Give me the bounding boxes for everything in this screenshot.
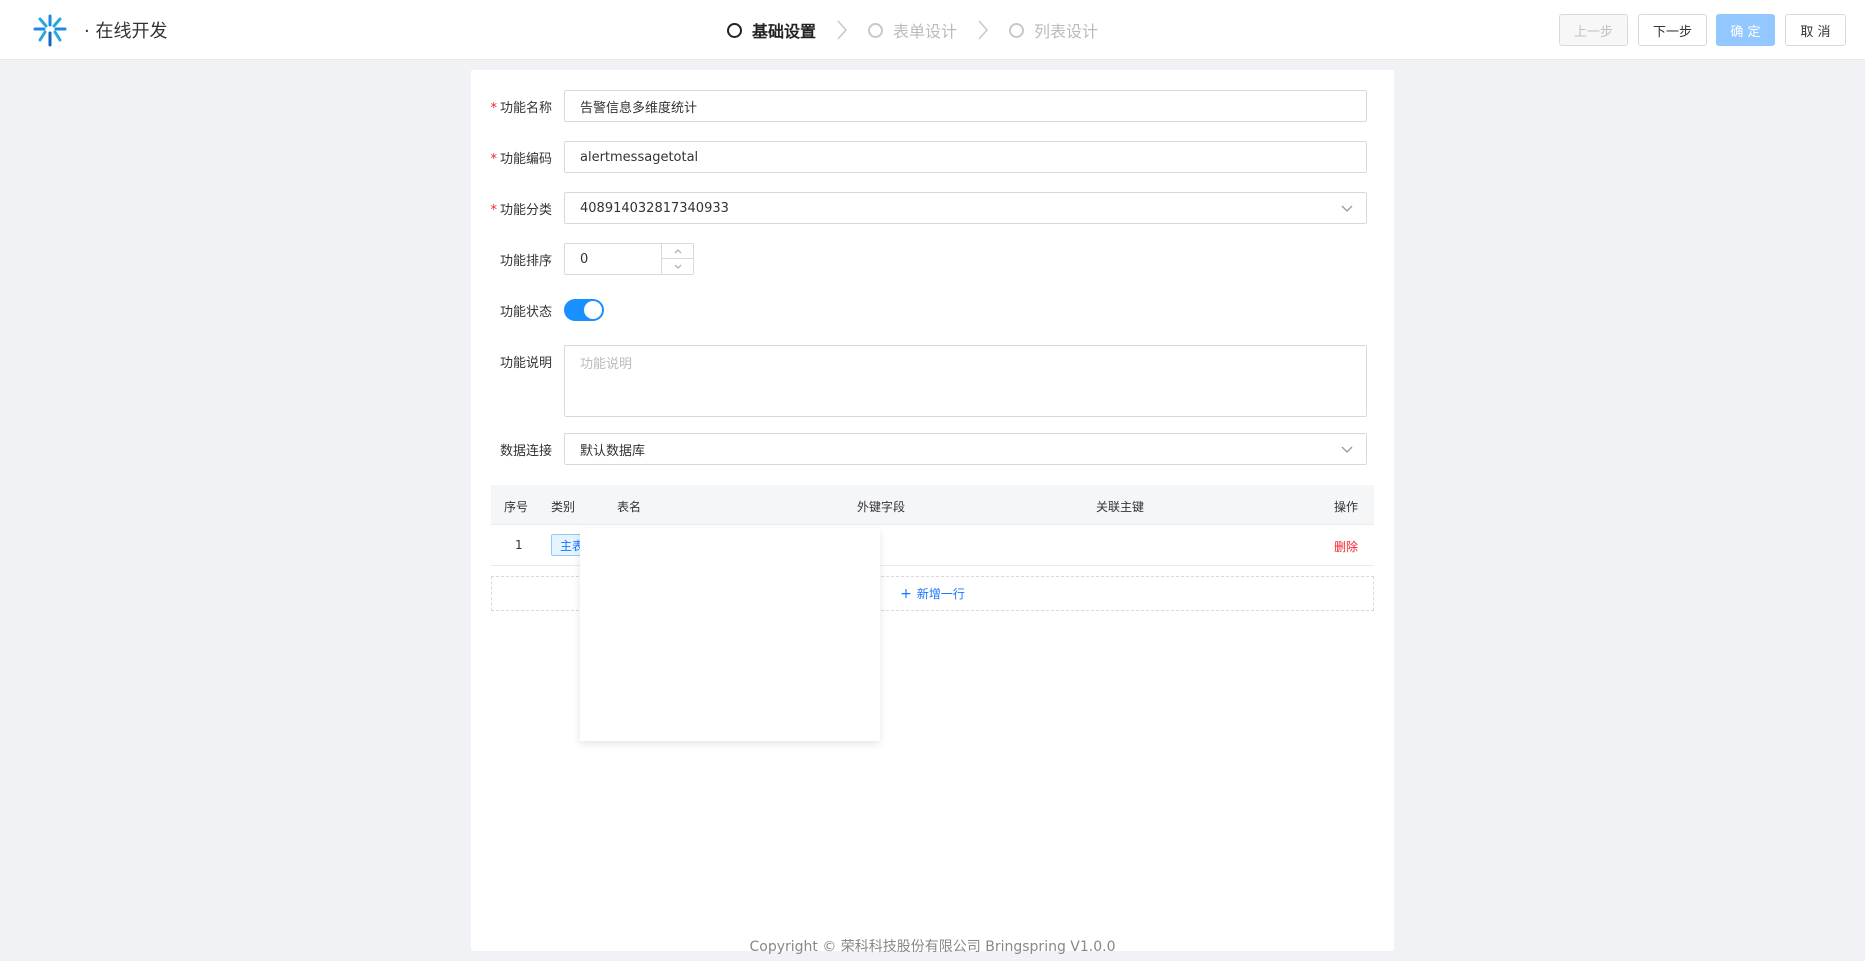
step-form-design[interactable]: 表单设计 bbox=[868, 18, 957, 42]
chevron-down-icon bbox=[674, 264, 681, 269]
required-mark: * bbox=[490, 100, 497, 116]
form-row-name: * 功能名称 告警信息多维度统计 bbox=[489, 90, 1374, 122]
form-label: 功能排序 bbox=[499, 253, 552, 269]
form-panel: * 功能名称 告警信息多维度统计 * 功能编码 alertmessagetotal … bbox=[471, 70, 1394, 951]
top-header: · 在线开发 基础设置 表单设计 列表设计 上一步 下一步 确 定 取 消 bbox=[0, 0, 1865, 60]
function-code-input[interactable]: alertmessagetotal bbox=[564, 141, 1367, 173]
form-label: 功能说明 bbox=[499, 356, 552, 371]
chevron-down-icon bbox=[1341, 205, 1353, 212]
form-row-sort: 功能排序 0 bbox=[489, 243, 1374, 275]
number-stepper bbox=[661, 244, 693, 274]
step-separator bbox=[816, 19, 868, 41]
select-value: 默认数据库 bbox=[580, 443, 646, 459]
chevron-down-icon bbox=[1341, 446, 1353, 453]
function-name-input[interactable]: 告警信息多维度统计 bbox=[564, 90, 1367, 122]
app-title: · 在线开发 bbox=[84, 21, 168, 42]
function-description-textarea[interactable]: 功能说明 bbox=[564, 345, 1367, 417]
chevron-up-icon bbox=[674, 249, 681, 254]
step-list-design[interactable]: 列表设计 bbox=[1009, 18, 1098, 42]
switch-knob bbox=[584, 301, 602, 319]
form-label: 数据连接 bbox=[499, 443, 552, 459]
row-index: 1 bbox=[515, 538, 523, 552]
step-circle-icon bbox=[868, 22, 884, 38]
increment-button[interactable] bbox=[662, 244, 693, 259]
step-label: 列表设计 bbox=[1034, 22, 1099, 41]
form-row-status: 功能状态 bbox=[489, 294, 1374, 326]
form-row-datasource: 数据连接 默认数据库 bbox=[489, 433, 1374, 465]
plus-icon: + bbox=[900, 585, 912, 602]
column-header-table-name: 表名 bbox=[617, 500, 642, 514]
step-label: 基础设置 bbox=[752, 22, 817, 41]
form-label: * 功能名称 bbox=[490, 100, 552, 116]
form-row-code: * 功能编码 alertmessagetotal bbox=[489, 141, 1374, 173]
form-label: * 功能编码 bbox=[490, 151, 552, 167]
table-name-dropdown[interactable] bbox=[580, 528, 880, 741]
step-circle-icon bbox=[1009, 22, 1025, 38]
form-label: 功能状态 bbox=[499, 304, 552, 320]
next-step-button[interactable]: 下一步 bbox=[1638, 14, 1707, 46]
decrement-button[interactable] bbox=[662, 259, 693, 274]
chevron-right-icon bbox=[978, 20, 989, 40]
logo-icon bbox=[33, 14, 67, 47]
add-row-label: 新增一行 bbox=[916, 587, 965, 601]
delete-row-link[interactable]: 删除 bbox=[1334, 538, 1358, 555]
number-value: 0 bbox=[580, 251, 589, 267]
column-header-type: 类别 bbox=[551, 500, 576, 514]
form-label: * 功能分类 bbox=[490, 202, 552, 218]
switch-wrapper bbox=[564, 294, 604, 326]
column-header-index: 序号 bbox=[504, 500, 529, 514]
step-label: 表单设计 bbox=[893, 22, 958, 41]
column-header-action: 操作 bbox=[1334, 500, 1359, 514]
chevron-right-icon bbox=[837, 20, 848, 40]
prev-step-button[interactable]: 上一步 bbox=[1559, 14, 1628, 46]
step-circle-icon bbox=[727, 22, 742, 38]
column-header-primary-key: 关联主键 bbox=[1096, 500, 1145, 514]
steps-bar: 基础设置 表单设计 列表设计 bbox=[727, 18, 1098, 42]
function-category-select[interactable]: 408914032817340933 bbox=[564, 192, 1367, 224]
step-separator bbox=[957, 19, 1009, 41]
datasource-select[interactable]: 默认数据库 bbox=[564, 433, 1367, 465]
form-row-description: 功能说明 功能说明 bbox=[489, 345, 1374, 417]
form-row-category: * 功能分类 408914032817340933 bbox=[489, 192, 1374, 224]
select-value: 408914032817340933 bbox=[580, 200, 729, 216]
required-mark: * bbox=[490, 151, 497, 167]
confirm-button[interactable]: 确 定 bbox=[1716, 14, 1775, 46]
function-status-switch[interactable] bbox=[564, 299, 604, 321]
footer-copyright: Copyright © 荣科科技股份有限公司 Bringspring V1.0.… bbox=[749, 939, 1116, 955]
table-header: 序号 类别 表名 外键字段 关联主键 操作 bbox=[491, 485, 1374, 525]
function-sort-number-input[interactable]: 0 bbox=[564, 243, 694, 275]
cancel-button[interactable]: 取 消 bbox=[1785, 14, 1846, 46]
required-mark: * bbox=[490, 202, 497, 218]
step-basic-settings[interactable]: 基础设置 bbox=[727, 18, 816, 42]
column-header-foreign-key: 外键字段 bbox=[857, 500, 906, 514]
